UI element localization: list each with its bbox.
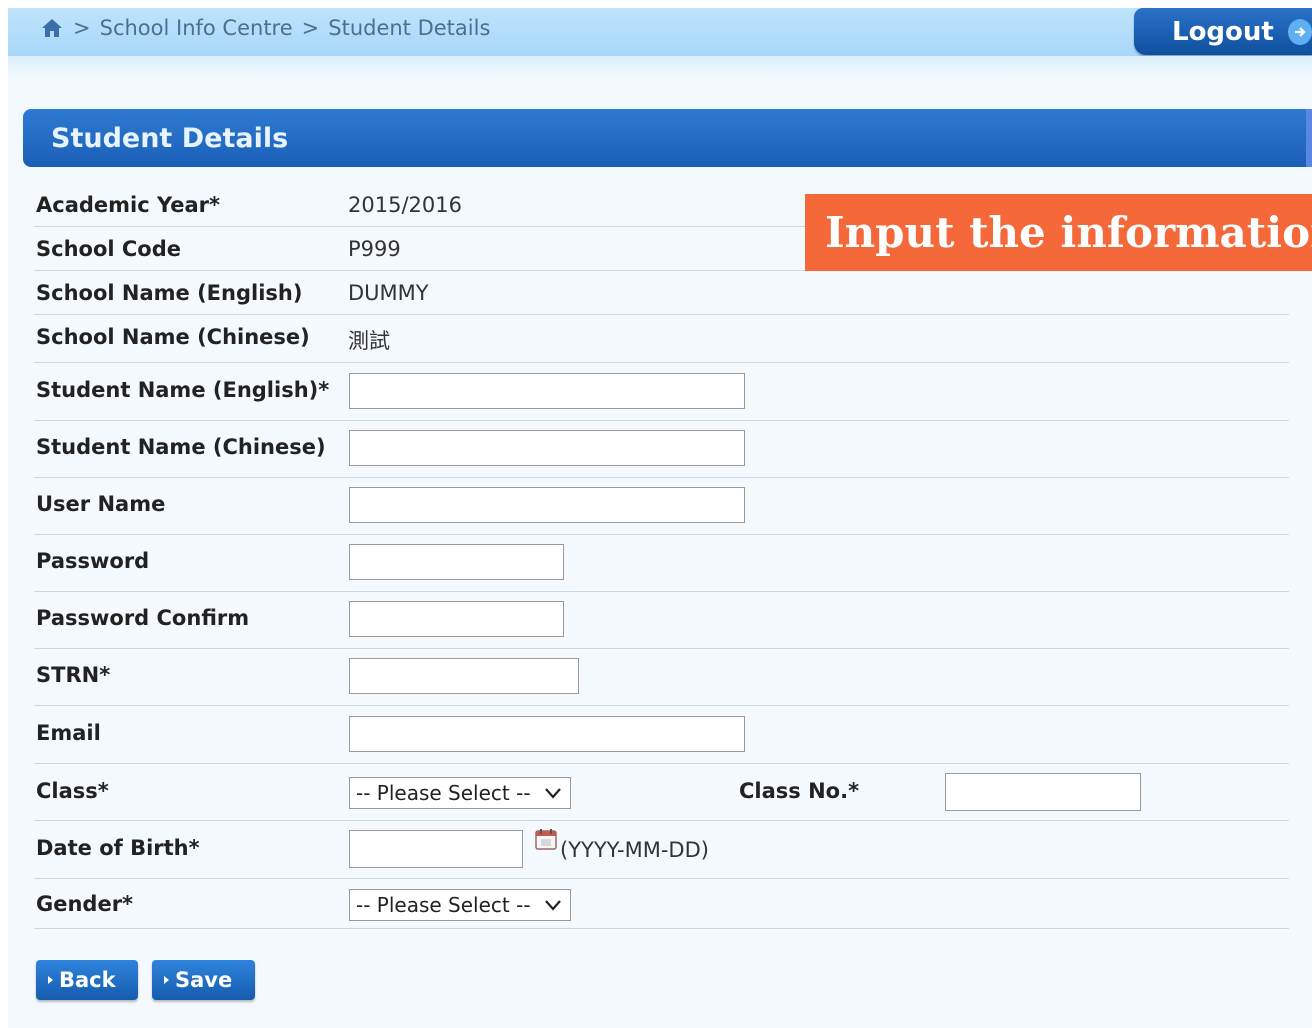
email-input[interactable] (349, 716, 745, 752)
section-title: Student Details (51, 122, 289, 154)
back-button[interactable]: Back (36, 960, 138, 1000)
password-confirm-input[interactable] (349, 601, 564, 637)
email-label: Email (36, 721, 101, 745)
breadcrumb-school-info-centre[interactable]: School Info Centre (100, 16, 293, 40)
top-bar: > School Info Centre > Student Details L… (8, 8, 1312, 56)
home-icon[interactable] (40, 17, 64, 39)
save-button[interactable]: Save (152, 960, 255, 1000)
strn-input[interactable] (349, 658, 579, 694)
logout-button[interactable]: Logout (1134, 8, 1312, 55)
school-code-label: School Code (36, 237, 182, 261)
row-password: Password (34, 535, 1289, 592)
user-name-input[interactable] (349, 487, 745, 523)
row-school-name-zh: School Name (Chinese) 測試 (34, 315, 1289, 363)
calendar-icon[interactable] (534, 827, 558, 851)
breadcrumb-separator: > (301, 16, 320, 40)
school-name-zh-label: School Name (Chinese) (36, 325, 310, 349)
logout-label: Logout (1172, 16, 1274, 47)
row-password-confirm: Password Confirm (34, 592, 1289, 649)
dob-label: Date of Birth* (36, 836, 200, 860)
row-date-of-birth: Date of Birth* (YYYY-MM-DD) (34, 821, 1289, 879)
class-no-label: Class No.* (739, 779, 860, 803)
row-class: Class* -- Please Select -- Class No.* (34, 764, 1289, 821)
page: > School Info Centre > Student Details L… (8, 8, 1312, 1028)
gender-select-value: -- Please Select -- (356, 893, 531, 917)
password-input[interactable] (349, 544, 564, 580)
play-icon (164, 976, 169, 984)
save-button-label: Save (175, 968, 233, 992)
gender-select[interactable]: -- Please Select -- (349, 889, 571, 921)
chevron-down-icon (545, 788, 561, 799)
row-gender: Gender* -- Please Select -- (34, 879, 1289, 929)
class-select[interactable]: -- Please Select -- (349, 777, 571, 809)
dob-input[interactable] (349, 830, 523, 868)
user-name-label: User Name (36, 492, 166, 516)
row-school-name-en: School Name (English) DUMMY (34, 271, 1289, 315)
row-student-name-zh: Student Name (Chinese) (34, 421, 1289, 478)
header-edge (1306, 109, 1312, 167)
back-button-label: Back (59, 968, 116, 992)
student-name-zh-input[interactable] (349, 430, 745, 466)
student-name-zh-label: Student Name (Chinese) (36, 435, 326, 459)
school-name-en-label: School Name (English) (36, 281, 303, 305)
school-name-zh-value: 測試 (348, 329, 390, 353)
student-name-en-input[interactable] (349, 373, 745, 409)
class-no-input[interactable] (945, 773, 1141, 811)
student-name-en-label: Student Name (English)* (36, 378, 330, 402)
section-header: Student Details (23, 109, 1312, 167)
dob-format-hint: (YYYY-MM-DD) (560, 838, 709, 862)
strn-label: STRN* (36, 663, 111, 687)
row-email: Email (34, 706, 1289, 764)
breadcrumb-separator: > (73, 16, 91, 40)
instruction-banner: Input the information o (805, 194, 1312, 271)
academic-year-label: Academic Year* (36, 193, 221, 217)
academic-year-value: 2015/2016 (348, 193, 462, 217)
row-strn: STRN* (34, 649, 1289, 706)
row-user-name: User Name (34, 478, 1289, 535)
password-label: Password (36, 549, 150, 573)
gender-label: Gender* (36, 892, 134, 916)
class-label: Class* (36, 779, 109, 803)
arrow-right-circle-icon (1287, 18, 1312, 45)
play-icon (48, 976, 53, 984)
class-select-value: -- Please Select -- (356, 781, 531, 805)
chevron-down-icon (545, 900, 561, 911)
breadcrumb-student-details: Student Details (328, 16, 491, 40)
password-confirm-label: Password Confirm (36, 606, 250, 630)
school-name-en-value: DUMMY (348, 281, 429, 305)
school-code-value: P999 (348, 237, 401, 261)
instruction-banner-text: Input the information o (825, 208, 1312, 257)
top-bar-shadow (8, 56, 1312, 78)
row-student-name-en: Student Name (English)* (34, 363, 1289, 421)
breadcrumb: > School Info Centre > Student Details (40, 15, 490, 41)
